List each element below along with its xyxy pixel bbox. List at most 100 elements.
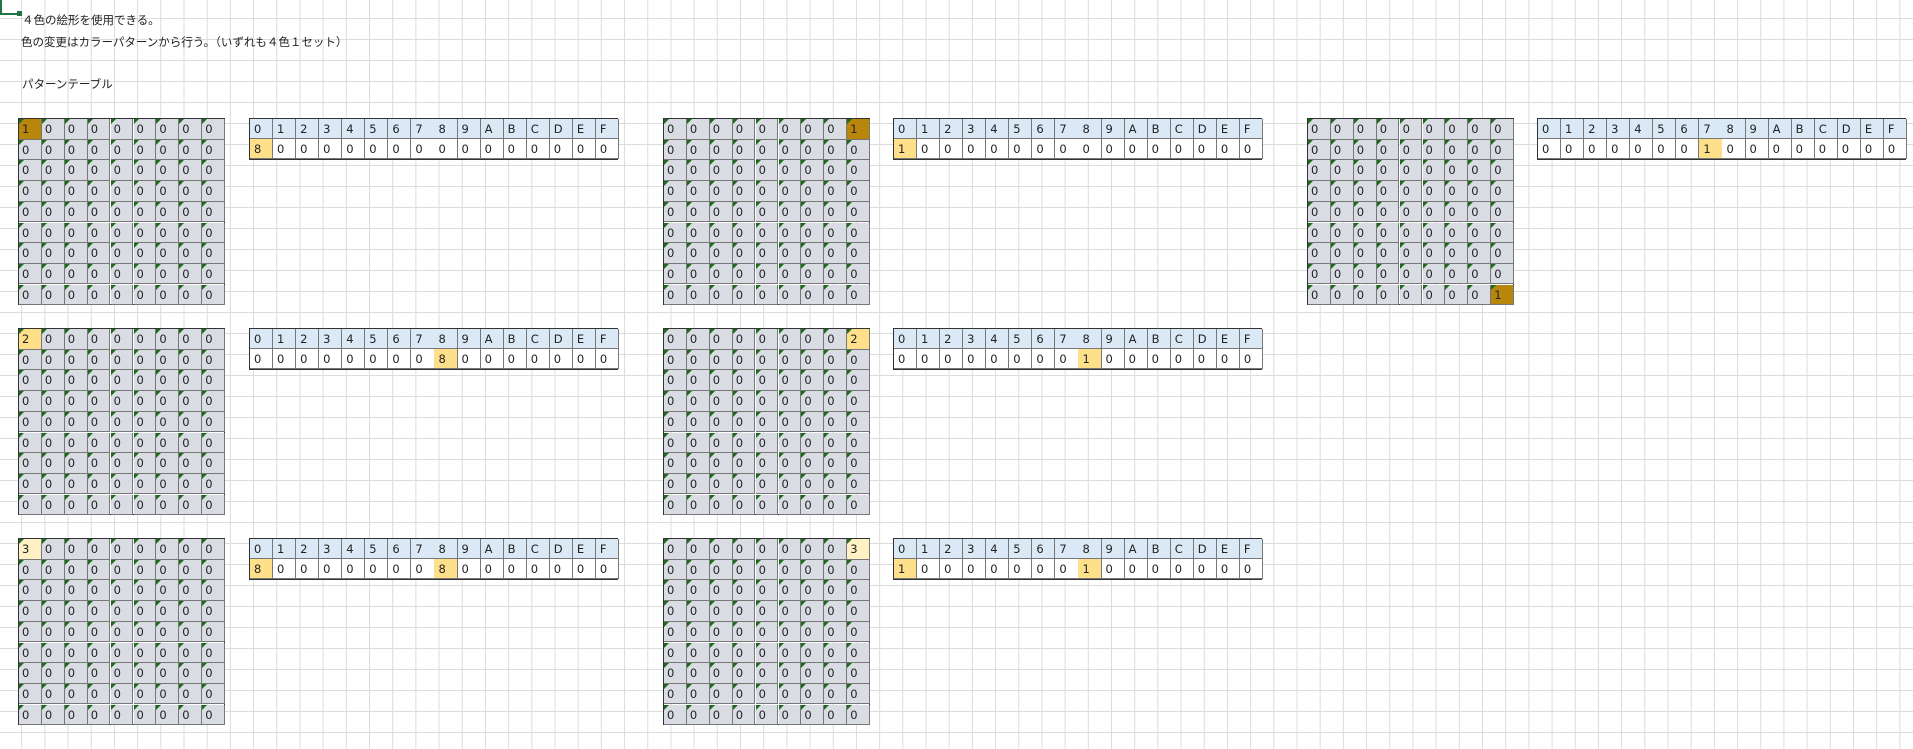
grid-cell[interactable]: 0	[64, 411, 88, 433]
pattern-value-cell[interactable]: 0	[986, 559, 1010, 579]
pattern-value-cell[interactable]: 0	[526, 349, 550, 369]
pattern-value-cell[interactable]: 0	[1561, 139, 1585, 159]
grid-cell[interactable]: 0	[179, 181, 203, 202]
grid-cell[interactable]: 0	[801, 704, 825, 726]
grid-cell[interactable]: 0	[19, 222, 42, 244]
grid-cell[interactable]: 0	[87, 370, 111, 391]
pattern-value-cell[interactable]: 0	[1147, 139, 1171, 159]
pattern-value-cell[interactable]: 8	[434, 349, 458, 369]
grid-cell[interactable]: 0	[1468, 222, 1492, 244]
grid-cell[interactable]: 0	[179, 222, 203, 244]
pattern-value-cell[interactable]: 0	[1768, 139, 1792, 159]
grid-cell[interactable]: 0	[41, 704, 65, 726]
grid-cell[interactable]: 0	[755, 621, 779, 643]
grid-cell[interactable]: 0	[41, 559, 65, 581]
pattern-value-cell[interactable]: 0	[963, 559, 987, 579]
grid-cell[interactable]: 0	[110, 263, 134, 285]
grid-cell[interactable]: 0	[847, 263, 870, 285]
grid-cell[interactable]: 0	[847, 473, 870, 495]
pattern-value-cell[interactable]: 0	[526, 139, 550, 159]
pattern-header-cell[interactable]: C	[526, 119, 550, 139]
pattern-header-cell[interactable]: 9	[1101, 329, 1125, 349]
grid-cell[interactable]: 0	[755, 580, 779, 601]
pattern-header-cell[interactable]: 6	[388, 329, 412, 349]
pattern-value-cell[interactable]: 0	[1193, 139, 1217, 159]
grid-cell[interactable]: 0	[1308, 139, 1331, 161]
pattern-header-cell[interactable]: 6	[1032, 539, 1056, 559]
grid-cell[interactable]: 0	[41, 539, 65, 560]
grid-cell[interactable]: 0	[755, 683, 779, 705]
pattern-value-cell[interactable]: 0	[1193, 349, 1217, 369]
grid-cell[interactable]: 0	[1308, 160, 1331, 181]
grid-cell[interactable]: 0	[1330, 201, 1354, 223]
grid-cell[interactable]: 0	[1353, 263, 1377, 285]
grid-cell[interactable]: 0	[1376, 139, 1400, 161]
grid-cell[interactable]: 0	[824, 621, 848, 643]
grid-cell[interactable]: 0	[1308, 284, 1331, 306]
pattern-header-cell[interactable]: E	[572, 329, 596, 349]
pattern-value-cell[interactable]: 0	[1009, 559, 1033, 579]
grid-cell[interactable]: 0	[1376, 181, 1400, 202]
pattern-header-cell[interactable]: C	[526, 539, 550, 559]
grid-cell[interactable]: 0	[801, 201, 825, 223]
grid-cell[interactable]: 0	[156, 432, 180, 454]
grid-cell[interactable]: 0	[179, 139, 203, 161]
grid-cell[interactable]: 0	[133, 580, 157, 601]
pattern-value-cell[interactable]: 0	[917, 139, 941, 159]
pattern-value-cell[interactable]: 0	[963, 349, 987, 369]
grid-cell[interactable]: 0	[87, 432, 111, 454]
pattern-value-cell[interactable]: 0	[1009, 139, 1033, 159]
grid-cell[interactable]: 0	[686, 119, 710, 140]
pattern-header-cell[interactable]: 7	[1055, 329, 1079, 349]
grid-cell[interactable]: 0	[156, 704, 180, 726]
grid-cell[interactable]: 0	[847, 139, 870, 161]
grid-cell[interactable]: 0	[64, 243, 88, 264]
pattern-value-cell[interactable]: 0	[1837, 139, 1861, 159]
grid-cell[interactable]: 0	[1445, 139, 1469, 161]
grid-cell[interactable]: 0	[202, 601, 225, 622]
grid-cell[interactable]: 0	[110, 349, 134, 371]
grid-cell[interactable]: 0	[1422, 222, 1446, 244]
grid-cell[interactable]: 0	[824, 539, 848, 560]
grid-cell[interactable]: 0	[847, 494, 870, 516]
pattern-header-cell[interactable]: 3	[319, 119, 343, 139]
grid-cell[interactable]: 0	[1399, 119, 1423, 140]
grid-cell[interactable]: 0	[1376, 222, 1400, 244]
pattern-header-cell[interactable]: 2	[940, 119, 964, 139]
pattern-value-cell[interactable]: 0	[1170, 559, 1194, 579]
pattern-header-cell[interactable]: D	[1193, 119, 1217, 139]
grid-cell[interactable]: 0	[778, 663, 802, 684]
grid-cell[interactable]: 0	[110, 160, 134, 181]
pattern-value-cell[interactable]: 0	[388, 559, 412, 579]
pattern-value-cell[interactable]: 0	[572, 139, 596, 159]
grid-cell[interactable]: 0	[824, 349, 848, 371]
pattern-header-cell[interactable]: 2	[1584, 119, 1608, 139]
grid-cell[interactable]: 0	[179, 473, 203, 495]
grid-cell[interactable]: 0	[664, 201, 687, 223]
grid-cell[interactable]: 0	[133, 370, 157, 391]
grid-cell[interactable]: 0	[1491, 243, 1514, 264]
grid-cell[interactable]: 0	[87, 201, 111, 223]
grid-cell[interactable]: 0	[755, 370, 779, 391]
pattern-value-cell[interactable]: 0	[1722, 139, 1746, 159]
grid-cell[interactable]: 0	[133, 559, 157, 581]
pattern-header-cell[interactable]: 6	[1676, 119, 1700, 139]
grid-cell[interactable]: 0	[1399, 222, 1423, 244]
grid-cell[interactable]: 0	[64, 494, 88, 516]
grid-cell[interactable]: 0	[64, 222, 88, 244]
pattern-value-cell[interactable]: 0	[1607, 139, 1631, 159]
grid-cell[interactable]: 0	[732, 453, 756, 474]
grid-cell[interactable]: 0	[664, 432, 687, 454]
grid-cell[interactable]: 0	[179, 453, 203, 474]
grid-cell[interactable]: 0	[801, 160, 825, 181]
grid-cell[interactable]: 0	[1353, 201, 1377, 223]
grid-cell[interactable]: 0	[1399, 181, 1423, 202]
grid-cell[interactable]: 0	[1330, 181, 1354, 202]
pattern-header-cell[interactable]: 3	[319, 329, 343, 349]
grid-cell[interactable]: 0	[1468, 181, 1492, 202]
grid-cell[interactable]: 0	[110, 201, 134, 223]
grid-cell[interactable]: 0	[847, 160, 870, 181]
grid-cell[interactable]: 0	[19, 181, 42, 202]
grid-cell[interactable]: 0	[709, 453, 733, 474]
pattern-header-cell[interactable]: 3	[319, 539, 343, 559]
